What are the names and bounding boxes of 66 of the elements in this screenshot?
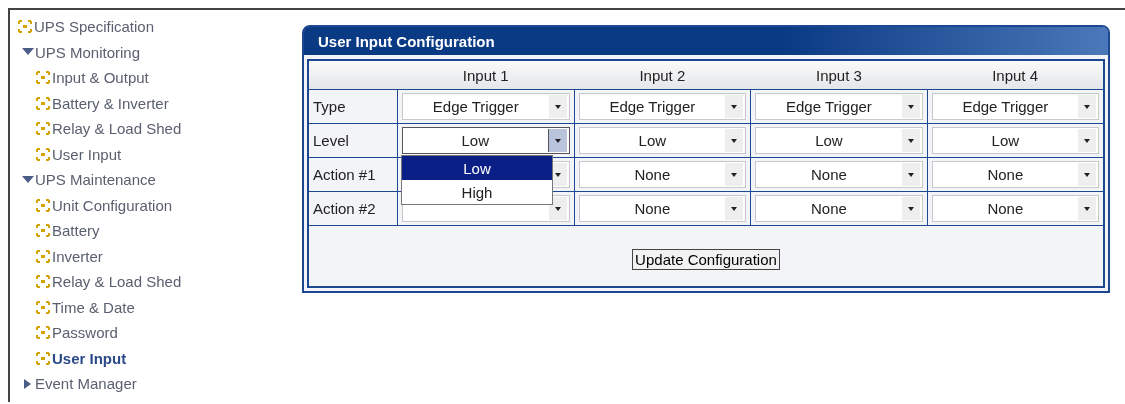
dropdown-option[interactable]: Low bbox=[402, 156, 552, 180]
dropdown[interactable]: Edge Trigger bbox=[402, 93, 570, 120]
dropdown[interactable]: Edge Trigger bbox=[931, 93, 1099, 120]
caret-icon bbox=[725, 95, 744, 118]
nav-link[interactable]: Relay & Load Shed bbox=[36, 269, 302, 295]
nav-link[interactable]: Relay & Load Shed bbox=[36, 116, 302, 142]
dropdown[interactable]: None bbox=[755, 161, 923, 188]
caret-icon bbox=[901, 197, 920, 220]
nav-link[interactable]: Battery bbox=[36, 218, 302, 244]
dropdown[interactable]: None bbox=[578, 195, 747, 222]
page-icon bbox=[36, 326, 50, 340]
caret-icon bbox=[901, 95, 920, 118]
nav-section[interactable]: Event Manager bbox=[18, 371, 302, 397]
page-icon bbox=[36, 275, 50, 289]
column-header: Input 1 bbox=[397, 61, 575, 90]
page-icon bbox=[36, 300, 50, 314]
page-icon bbox=[36, 224, 50, 238]
page-icon bbox=[36, 122, 50, 136]
nav-link[interactable]: Input & Output bbox=[36, 65, 302, 91]
page-icon bbox=[36, 249, 50, 263]
column-header: Input 2 bbox=[574, 61, 751, 90]
caret-icon bbox=[901, 163, 920, 186]
nav-link[interactable]: Password bbox=[36, 320, 302, 346]
page-icon bbox=[36, 96, 50, 110]
column-header: Input 3 bbox=[750, 61, 928, 90]
triangle-down-icon bbox=[22, 174, 34, 185]
caret-icon bbox=[1078, 163, 1096, 186]
nav-link[interactable]: User Input bbox=[36, 141, 302, 167]
nav-link[interactable]: Unit Configuration bbox=[36, 192, 302, 218]
caret-icon bbox=[1078, 95, 1096, 118]
page-icon bbox=[36, 147, 50, 161]
nav-section[interactable]: UPS Monitoring bbox=[18, 39, 302, 65]
row-label: Level bbox=[309, 123, 398, 158]
nav-link[interactable]: Time & Date bbox=[36, 294, 302, 320]
dropdown[interactable]: None bbox=[755, 195, 923, 222]
caret-icon bbox=[725, 163, 744, 186]
page-icon bbox=[36, 71, 50, 85]
page-icon bbox=[18, 20, 32, 34]
dropdown[interactable]: None bbox=[931, 161, 1099, 188]
dropdown[interactable]: Low bbox=[931, 127, 1099, 154]
caret-icon bbox=[901, 129, 920, 152]
nav-link[interactable]: User Input bbox=[36, 345, 302, 371]
dropdown[interactable]: Low bbox=[578, 127, 747, 154]
panel-title: User Input Configuration bbox=[304, 27, 1108, 55]
row-label: Type bbox=[309, 89, 398, 124]
caret-icon bbox=[725, 129, 744, 152]
dropdown-option[interactable]: High bbox=[402, 180, 552, 204]
nav-link[interactable]: UPS Specification bbox=[18, 14, 302, 40]
row-label: Action #1 bbox=[309, 157, 398, 192]
column-header: Input 4 bbox=[927, 61, 1103, 90]
update-configuration-button[interactable]: Update Configuration bbox=[632, 248, 780, 270]
caret-icon bbox=[548, 95, 567, 118]
caret-icon bbox=[725, 197, 744, 220]
dropdown[interactable]: Low bbox=[755, 127, 923, 154]
caret-icon bbox=[1078, 129, 1096, 152]
dropdown[interactable]: Edge Trigger bbox=[755, 93, 923, 120]
caret-icon bbox=[1078, 197, 1096, 220]
nav-section[interactable]: UPS Maintenance bbox=[18, 167, 302, 193]
dropdown[interactable]: None bbox=[931, 195, 1099, 222]
dropdown[interactable]: Edge Trigger bbox=[578, 93, 747, 120]
nav-link[interactable]: Battery & Inverter bbox=[36, 90, 302, 116]
nav-link[interactable]: Inverter bbox=[36, 243, 302, 269]
dropdown[interactable]: None bbox=[578, 161, 747, 188]
page-icon bbox=[36, 198, 50, 212]
row-label: Action #2 bbox=[309, 191, 398, 226]
page-icon bbox=[36, 351, 50, 365]
